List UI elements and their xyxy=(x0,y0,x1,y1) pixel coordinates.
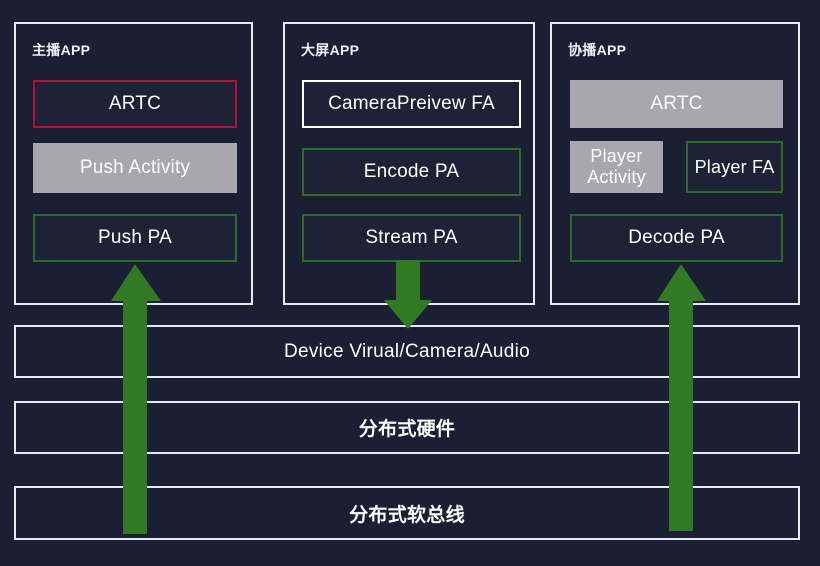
box-player-activity[interactable]: Player Activity xyxy=(570,141,663,193)
panel-title-host-app: 主播APP xyxy=(32,42,91,58)
box-camera-preview-fa[interactable]: CameraPreivew FA xyxy=(302,80,521,128)
box-label: Encode PA xyxy=(363,161,460,183)
bigscreen-down-arrow xyxy=(384,260,432,329)
layer-label: 分布式硬件 xyxy=(358,419,456,440)
host-up-arrow xyxy=(111,264,161,534)
box-stream-pa[interactable]: Stream PA xyxy=(302,214,521,262)
panel-title-bigscreen-app: 大屏APP xyxy=(301,42,360,58)
box-artc-host[interactable]: ARTC xyxy=(33,80,237,128)
box-label: ARTC xyxy=(108,93,162,115)
box-label: Stream PA xyxy=(365,227,458,249)
panel-title-cohost-app: 协播APP xyxy=(568,42,627,58)
cohost-up-arrow xyxy=(657,264,706,531)
box-encode-pa[interactable]: Encode PA xyxy=(302,148,521,196)
box-decode-pa[interactable]: Decode PA xyxy=(570,214,783,262)
box-label: CameraPreivew FA xyxy=(328,93,495,115)
box-player-fa[interactable]: Player FA xyxy=(686,141,783,193)
box-label: Push Activity xyxy=(79,157,191,179)
box-push-pa[interactable]: Push PA xyxy=(33,214,237,262)
box-artc-cohost[interactable]: ARTC xyxy=(570,80,783,128)
box-label: Push PA xyxy=(98,227,172,249)
box-label: Player FA xyxy=(694,156,775,177)
box-label: ARTC xyxy=(650,93,703,115)
layer-label: Device Virual/Camera/Audio xyxy=(283,340,531,362)
diagram-canvas: 主播APP ARTC Push Activity Push PA 大屏APP C… xyxy=(0,0,820,566)
box-push-activity[interactable]: Push Activity xyxy=(33,143,237,193)
box-label: Player Activity xyxy=(587,146,646,187)
layer-label: 分布式软总线 xyxy=(349,504,465,526)
box-label: Decode PA xyxy=(628,227,725,249)
